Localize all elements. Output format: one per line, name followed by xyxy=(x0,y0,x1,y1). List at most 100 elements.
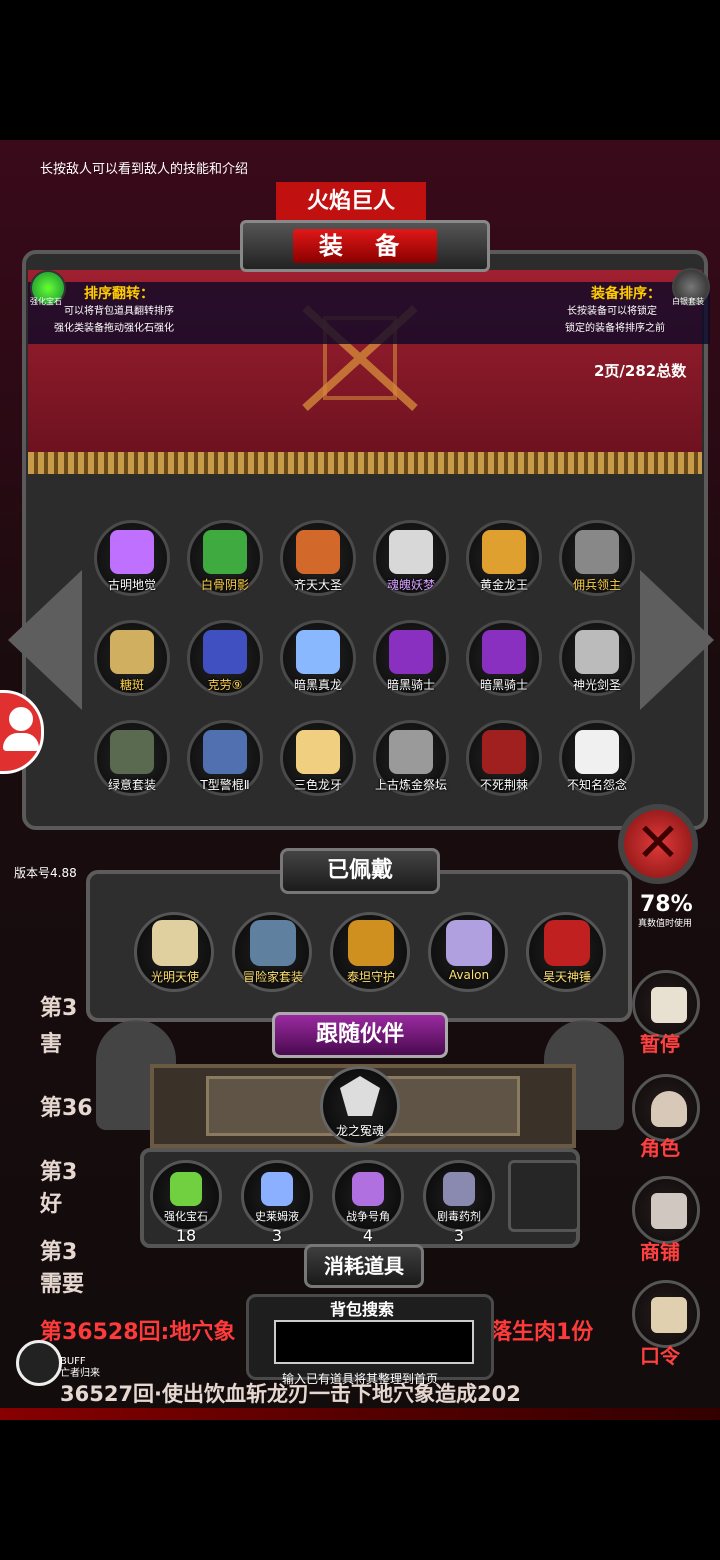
equipped-icon xyxy=(544,920,590,966)
equipment-label: 白骨阴影 xyxy=(200,578,249,592)
consumable-quantity: 18 xyxy=(175,1226,197,1245)
equipment-label: T型警棍Ⅱ xyxy=(200,778,250,792)
pause-label: 暂停 xyxy=(640,1032,680,1056)
shop-button[interactable] xyxy=(632,1176,700,1244)
code-button[interactable] xyxy=(632,1280,700,1348)
equipment-slot[interactable]: 暗黑真龙 xyxy=(278,618,358,698)
equipment-slot[interactable]: 不知名怨念 xyxy=(557,718,637,798)
sort-reverse-info[interactable]: 排序翻转： 可以将背包道具翻转排序 强化类装备拖动强化石强化 xyxy=(54,286,174,337)
equipped-label: 泰坦守护 xyxy=(346,970,395,984)
consumable-label: 史莱姆液 xyxy=(255,1210,299,1223)
equipment-slot[interactable]: 黄金龙王 xyxy=(464,518,544,598)
consumable-icon xyxy=(352,1172,384,1206)
equipment-label: 三色龙牙 xyxy=(293,778,342,792)
sort-equip-info[interactable]: 装备排序： 长按装备可以将锁定 锁定的装备将排序之前 xyxy=(565,286,665,337)
consumable-slot[interactable]: 强化宝石 18 xyxy=(146,1156,226,1245)
stats-sub: 真数值时使用 xyxy=(638,919,693,929)
equipment-icon xyxy=(482,730,526,774)
log-line: 害 xyxy=(40,1032,63,1057)
equipment-slot[interactable]: 神光剑圣 xyxy=(557,618,637,698)
equipment-label: 上古炼金祭坛 xyxy=(374,778,447,792)
log-line: 第3 xyxy=(40,996,78,1021)
page-count: 2页/282总数 xyxy=(594,362,687,380)
sort-equip-title: 装备排序： xyxy=(591,286,661,302)
search-input[interactable] xyxy=(274,1320,474,1364)
consumable-quantity: 3 xyxy=(271,1226,283,1245)
consumable-slot[interactable]: 战争号角 4 xyxy=(328,1156,408,1245)
equipment-slot[interactable]: 绿意套装 xyxy=(92,718,172,798)
consumable-icon xyxy=(170,1172,202,1206)
equipment-icon xyxy=(110,530,154,574)
equipped-slot[interactable]: 光明天使 xyxy=(134,912,216,994)
consumable-slot[interactable]: 剧毒药剂 3 xyxy=(419,1156,499,1245)
consumable-slot[interactable]: 史莱姆液 3 xyxy=(237,1156,317,1245)
equipment-slot[interactable]: 魂魄妖梦 xyxy=(371,518,451,598)
equipment-icon xyxy=(482,630,526,674)
version-label: 版本号4.88 xyxy=(14,866,77,880)
sort-reverse-line: 强化类装备拖动强化石强化 xyxy=(54,323,174,334)
equipment-slot[interactable]: 白骨阴影 xyxy=(185,518,265,598)
equipped-slot[interactable]: 昊天神锤 xyxy=(526,912,608,994)
equipment-slot[interactable]: 三色龙牙 xyxy=(278,718,358,798)
consumable-slot-empty[interactable] xyxy=(504,1156,584,1236)
stats-value: 78% xyxy=(640,892,693,917)
equipped-label: 昊天神锤 xyxy=(542,970,591,984)
equipment-slot[interactable]: 上古炼金祭坛 xyxy=(371,718,451,798)
equipment-label: 糖斑 xyxy=(119,678,144,692)
panel-title-plate: 装 备 xyxy=(240,220,490,272)
consumable-label: 战争号角 xyxy=(346,1210,390,1223)
equipment-slot[interactable]: 古明地觉 xyxy=(92,518,172,598)
close-button[interactable]: ✕ xyxy=(618,804,698,884)
equipment-slot[interactable]: 克劳⑨ xyxy=(185,618,265,698)
next-page-arrow-icon[interactable] xyxy=(640,570,714,710)
prev-page-arrow-icon[interactable] xyxy=(8,570,82,710)
equipment-icon xyxy=(203,630,247,674)
equipment-slot[interactable]: T型警棍Ⅱ xyxy=(185,718,265,798)
equipment-icon xyxy=(575,730,619,774)
equipped-icon xyxy=(152,920,198,966)
equipment-slot[interactable]: 糖斑 xyxy=(92,618,172,698)
consumable-label: 强化宝石 xyxy=(164,1210,208,1223)
equipment-icon xyxy=(296,730,340,774)
hooded-figure-icon xyxy=(651,1091,687,1127)
equipped-label: 冒险家套装 xyxy=(242,970,303,984)
equipment-slot[interactable]: 暗黑骑士 xyxy=(464,618,544,698)
equipment-slot[interactable]: 不死荆棘 xyxy=(464,718,544,798)
equipped-slot[interactable]: 冒险家套装 xyxy=(232,912,314,994)
equipment-icon xyxy=(203,530,247,574)
companion-slot[interactable]: 龙之冤魂 xyxy=(320,1066,404,1150)
companion-title: 跟随伙伴 xyxy=(272,1012,448,1058)
equipment-label: 古明地觉 xyxy=(107,578,156,592)
equipment-label: 黄金龙王 xyxy=(479,578,528,592)
equipment-icon xyxy=(296,530,340,574)
equipped-title: 已佩戴 xyxy=(280,848,440,894)
equipment-slot[interactable]: 齐天大圣 xyxy=(278,518,358,598)
consumable-quantity: 3 xyxy=(453,1226,465,1245)
equipped-icon xyxy=(250,920,296,966)
equipment-label: 暗黑骑士 xyxy=(479,678,528,692)
dice-icon xyxy=(651,987,687,1023)
log-line: 第36528回:地穴象 xyxy=(40,1320,236,1345)
shop-icon xyxy=(651,1193,687,1229)
equipment-label: 神光剑圣 xyxy=(572,678,621,692)
log-line: 第3 xyxy=(40,1160,78,1185)
tip-text: 长按敌人可以看到敌人的技能和介绍 xyxy=(40,162,249,177)
user-icon xyxy=(9,707,33,731)
equipment-label: 佣兵领主 xyxy=(572,578,621,592)
equipped-icon xyxy=(446,920,492,966)
equipment-slot[interactable]: 佣兵领主 xyxy=(557,518,637,598)
skull-buff-icon[interactable] xyxy=(16,1340,62,1386)
log-line: 第36 xyxy=(40,1096,93,1121)
equipment-icon xyxy=(389,730,433,774)
boss-name: 火焰巨人 xyxy=(276,182,426,222)
equipment-label: 不死荆棘 xyxy=(479,778,528,792)
equipment-icon xyxy=(389,630,433,674)
equipment-icon xyxy=(110,630,154,674)
equipped-slot[interactable]: Avalon xyxy=(428,912,510,994)
panel-title: 装 备 xyxy=(293,229,437,263)
equipped-label: 光明天使 xyxy=(150,970,199,984)
equipment-icon xyxy=(296,630,340,674)
shop-label: 商铺 xyxy=(640,1240,680,1264)
equipment-slot[interactable]: 暗黑骑士 xyxy=(371,618,451,698)
equipped-slot[interactable]: 泰坦守护 xyxy=(330,912,412,994)
